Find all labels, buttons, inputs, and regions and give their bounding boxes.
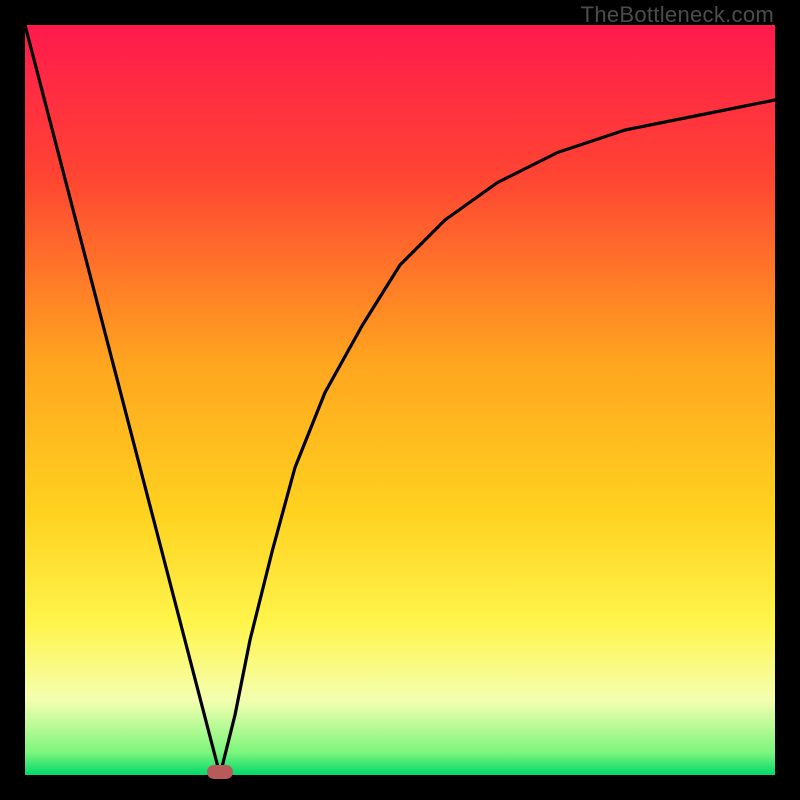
bottleneck-curve (25, 25, 775, 775)
optimal-point-marker (207, 765, 233, 779)
watermark-text: TheBottleneck.com (581, 2, 774, 28)
chart-stage: TheBottleneck.com (0, 0, 800, 800)
